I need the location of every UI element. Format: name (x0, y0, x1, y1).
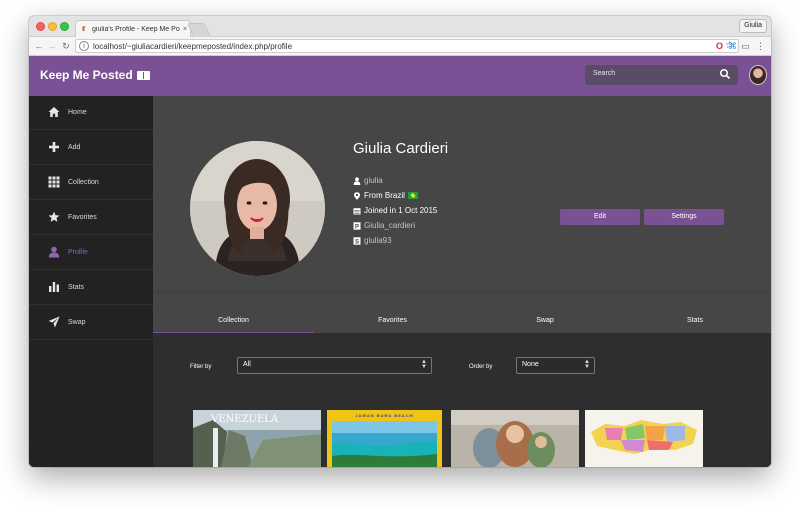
postcard-caption: JAMAN BURU BEACH (355, 413, 414, 418)
back-arrow-icon[interactable]: ← (33, 40, 45, 52)
sidebar-item-add[interactable]: Add (29, 131, 153, 165)
user-icon (48, 246, 60, 258)
sidebar-item-label: Profile (68, 249, 88, 256)
select-arrows-icon: ▲ ▼ (421, 359, 427, 370)
forward-arrow-icon[interactable]: → (46, 40, 58, 52)
minimize-window-button[interactable] (48, 22, 57, 31)
brand-name: Keep Me Posted (40, 68, 133, 82)
cast-icon[interactable]: ▭ (740, 40, 751, 52)
order-select[interactable]: None ▲ ▼ (516, 357, 595, 374)
profile-postcrossing[interactable]: P Giulia_cardieri (353, 221, 415, 230)
top-navbar: Keep Me Posted Search (29, 56, 771, 96)
profile-joined: Joined in 1 Oct 2015 (353, 206, 437, 215)
username-text: giulia (364, 176, 383, 185)
sidebar-item-swap[interactable]: Swap (29, 306, 153, 340)
sidebar: Home Add Collection Favorites Profile St… (29, 96, 153, 467)
user-icon (353, 176, 361, 185)
edit-profile-button[interactable]: Edit (560, 209, 640, 225)
order-label: Order by (469, 364, 493, 370)
select-arrows-icon: ▲ ▼ (584, 359, 590, 370)
filter-value: All (243, 361, 251, 368)
map-pin-icon (354, 191, 360, 200)
browser-titlebar: ℓ giulia's Profile - Keep Me Posted × Gi… (29, 16, 771, 38)
profile-tabs: Collection Favorites Swap Stats (153, 292, 771, 334)
star-icon (48, 211, 60, 222)
filter-bar: Filter by All ▲ ▼ Order by None ▲ ▼ (153, 333, 771, 403)
search-icon[interactable] (719, 68, 731, 80)
joined-text: Joined in 1 Oct 2015 (364, 206, 438, 215)
sidebar-item-label: Stats (68, 284, 84, 291)
tab-swap[interactable]: Swap (471, 293, 619, 334)
tab-collection[interactable]: Collection (153, 293, 314, 334)
search-input[interactable]: Search (585, 65, 738, 85)
svg-text:P: P (355, 224, 359, 230)
browser-toolbar: ← → ↻ i localhost/~giuliacardieri/keepme… (29, 37, 771, 56)
reload-icon[interactable]: ↻ (60, 40, 72, 52)
postcrossing-text: Giulia_cardieri (364, 221, 416, 230)
postcard-venezuela[interactable]: VENEZUELA (193, 410, 321, 467)
extension-icon[interactable]: ⌘ (727, 40, 738, 52)
opera-extension-icon[interactable]: O (714, 40, 725, 52)
tab-favorites[interactable]: Favorites (314, 293, 471, 334)
sidebar-item-collection[interactable]: Collection (29, 166, 153, 200)
swap-site-icon: S (353, 236, 361, 245)
browser-tab[interactable]: ℓ giulia's Profile - Keep Me Posted × (75, 20, 191, 38)
location-text: From Brazil (364, 191, 405, 200)
brazil-flag-icon (407, 192, 418, 199)
settings-button[interactable]: Settings (644, 209, 724, 225)
tab-stats[interactable]: Stats (619, 293, 771, 334)
postcard-caption: VENEZUELA (211, 414, 279, 425)
sidebar-item-label: Add (68, 144, 81, 151)
home-icon (48, 107, 60, 117)
plus-icon (49, 142, 59, 152)
search-placeholder: Search (593, 70, 616, 77)
filter-label: Filter by (190, 364, 212, 370)
profile-location: From Brazil (353, 191, 418, 200)
postcrossing-icon: P (353, 221, 361, 230)
order-value: None (522, 361, 539, 368)
sidebar-item-label: Home (68, 109, 87, 116)
sidebar-item-label: Swap (68, 319, 86, 326)
sidebar-item-stats[interactable]: Stats (29, 271, 153, 305)
info-icon[interactable]: i (79, 41, 89, 51)
address-bar[interactable]: i localhost/~giuliacardieri/keepmeposted… (75, 39, 739, 53)
url-text: localhost/~giuliacardieri/keepmeposted/i… (93, 42, 293, 51)
profile-photo (190, 141, 325, 276)
main-content: Giulia Cardieri giulia From Brazil Joine… (153, 96, 771, 467)
sidebar-item-favorites[interactable]: Favorites (29, 201, 153, 235)
profile-username: giulia (353, 176, 383, 185)
browser-window: ℓ giulia's Profile - Keep Me Posted × Gi… (29, 16, 771, 467)
postcard-map[interactable] (585, 410, 703, 467)
filter-select[interactable]: All ▲ ▼ (237, 357, 432, 374)
profile-name: Giulia Cardieri (353, 140, 449, 157)
swap-handle-text: giulia93 (364, 236, 392, 245)
grid-icon (48, 176, 60, 188)
profile-header: Giulia Cardieri giulia From Brazil Joine… (153, 96, 771, 292)
sidebar-item-home[interactable]: Home (29, 96, 153, 130)
profile-swap-handle[interactable]: S giulia93 (353, 236, 392, 245)
send-icon (48, 316, 60, 328)
svg-text:S: S (355, 239, 359, 245)
brand-logo[interactable]: Keep Me Posted (40, 68, 150, 82)
favicon-icon: ℓ (82, 26, 86, 33)
postcard-beach[interactable]: JAMAN BURU BEACH (327, 410, 442, 467)
bar-chart-icon (49, 282, 59, 292)
maximize-window-button[interactable] (60, 22, 69, 31)
sidebar-item-label: Favorites (68, 214, 97, 221)
tab-title: giulia's Profile - Keep Me Posted (92, 26, 180, 33)
postcard-grid: VENEZUELA JAMAN BURU BEACH (153, 403, 771, 467)
calendar-icon (353, 207, 361, 214)
book-icon (136, 71, 150, 80)
browser-profile-button[interactable]: Giulia (739, 19, 767, 33)
menu-dots-icon[interactable]: ⋮ (755, 40, 766, 52)
app: Keep Me Posted Search Home Add Collectio… (29, 56, 771, 467)
postcard-dolls[interactable] (451, 410, 579, 467)
user-avatar[interactable] (749, 65, 767, 85)
close-window-button[interactable] (36, 22, 45, 31)
sidebar-item-label: Collection (68, 179, 99, 186)
sidebar-item-profile[interactable]: Profile (29, 236, 153, 270)
